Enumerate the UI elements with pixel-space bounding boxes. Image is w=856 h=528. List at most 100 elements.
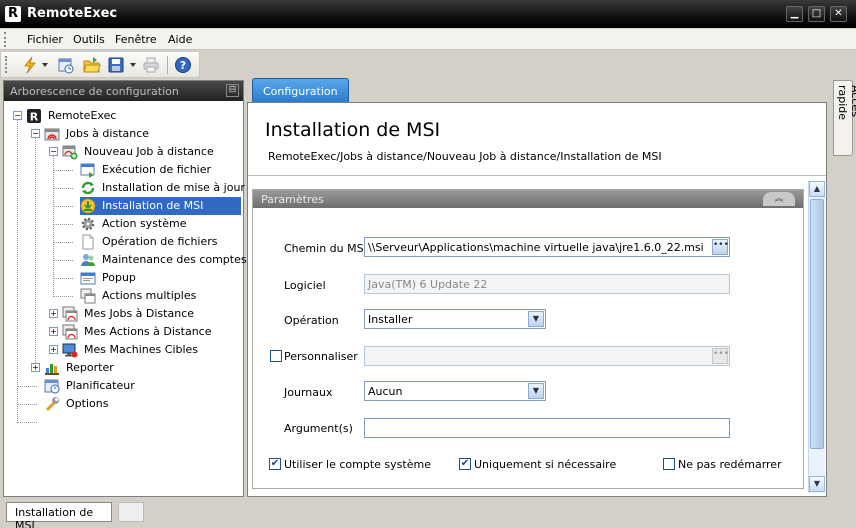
toolbar: ?: [0, 51, 200, 78]
tree-item-label: Installation de MSI: [102, 199, 204, 212]
compte-systeme-checkbox[interactable]: ✔: [269, 458, 281, 470]
scroll-down-icon[interactable]: ▼: [809, 476, 825, 492]
expand-toggle[interactable]: +: [49, 327, 58, 336]
status-tab-blank[interactable]: [118, 502, 144, 522]
tree-item-maintenance-comptes[interactable]: Maintenance des comptes…: [80, 251, 258, 269]
tree-item-options[interactable]: Options: [44, 395, 234, 413]
chevron-down-icon[interactable]: ▼: [528, 311, 544, 327]
vertical-scrollbar[interactable]: ▲ ▼: [808, 181, 825, 493]
browse-button-disabled: •••: [712, 348, 729, 364]
ne-pas-redemarrer-checkbox[interactable]: [663, 458, 675, 470]
personnaliser-checkbox[interactable]: [270, 350, 282, 362]
operation-label: Opération: [284, 314, 339, 327]
quick-access-tab[interactable]: Accès rapide: [833, 80, 856, 156]
tree-line: [53, 206, 73, 207]
tree-line: [53, 242, 73, 243]
my-actions-icon: [62, 324, 78, 340]
tree-item-mes-actions[interactable]: Mes Actions à Distance: [62, 323, 232, 341]
chemin-msi-field[interactable]: \\Serveur\Applications\machine virtuelle…: [364, 237, 730, 257]
divider: [248, 175, 826, 176]
tree-item-nouveau-job[interactable]: Nouveau Job à distance: [62, 143, 232, 161]
tree-item-mes-machines[interactable]: Mes Machines Cibles: [62, 341, 232, 359]
tree-item-popup[interactable]: Popup: [80, 269, 240, 287]
tree-item-installation-msi[interactable]: Installation de MSI: [80, 197, 241, 215]
tree-item-mes-jobs[interactable]: Mes Jobs à Distance: [62, 305, 232, 323]
browse-button[interactable]: •••: [712, 239, 729, 255]
multiple-actions-icon: [80, 288, 96, 304]
ne-pas-redemarrer-label: Ne pas redémarrer: [678, 458, 782, 471]
personnaliser-field: •••: [364, 346, 730, 366]
tree-item-label: Planificateur: [66, 379, 135, 392]
tree-item-reporter[interactable]: Reporter: [44, 359, 234, 377]
tree-line: [17, 404, 37, 405]
grip-icon: [5, 56, 8, 73]
open-folder-icon[interactable]: [83, 56, 101, 74]
expand-toggle[interactable]: +: [49, 345, 58, 354]
si-necessaire-label: Uniquement si nécessaire: [474, 458, 617, 471]
file-execution-icon: [80, 162, 96, 178]
save-dropdown-icon[interactable]: [130, 63, 136, 67]
msi-install-icon: [80, 198, 96, 214]
close-button[interactable]: ✕: [830, 6, 847, 22]
app-icon: R: [5, 6, 21, 22]
tree-item-label: Options: [66, 397, 109, 410]
save-icon[interactable]: [107, 56, 125, 74]
tree-item-remoteexec[interactable]: R RemoteExec: [26, 107, 226, 125]
compte-systeme-label: Utiliser le compte système: [284, 458, 431, 471]
tab-configuration[interactable]: Configuration: [252, 78, 349, 102]
minimize-button[interactable]: ▁: [786, 6, 803, 22]
journaux-value: Aucun: [368, 385, 403, 398]
status-bar: Installation de MSI: [3, 500, 853, 528]
tree-item-action-systeme[interactable]: Action système: [80, 215, 240, 233]
expand-toggle[interactable]: +: [31, 363, 40, 372]
tree-item-label: RemoteExec: [48, 109, 117, 122]
lightning-dropdown-icon[interactable]: [42, 63, 48, 67]
reporter-icon: [44, 360, 60, 376]
operation-select[interactable]: Installer ▼: [364, 309, 546, 329]
remoteexec-icon: R: [26, 108, 42, 124]
tree-item-jobs-a-distance[interactable]: Jobs à distance: [44, 125, 234, 143]
new-job-icon: [62, 144, 78, 160]
argument-field[interactable]: [364, 418, 730, 438]
expand-toggle[interactable]: +: [49, 309, 58, 318]
menu-fenetre[interactable]: Fenêtre: [115, 33, 157, 46]
print-icon[interactable]: [142, 56, 160, 74]
menu-fichier[interactable]: Fichier: [27, 33, 63, 46]
svg-text:R: R: [30, 111, 39, 124]
collapse-toggle[interactable]: −: [13, 111, 22, 120]
tree-item-label: Exécution de fichier: [102, 163, 212, 176]
menu-aide[interactable]: Aide: [168, 33, 192, 46]
tree-item-label: Maintenance des comptes…: [102, 253, 258, 266]
my-jobs-icon: [62, 306, 78, 322]
tree-item-actions-multiples[interactable]: Actions multiples: [80, 287, 240, 305]
scroll-up-icon[interactable]: ▲: [809, 181, 825, 197]
tree-item-planificateur[interactable]: Planificateur: [44, 377, 234, 395]
window-title: RemoteExec: [27, 6, 118, 21]
parametres-group: Paramètres ︽ Chemin du MSI \\Serveur\App…: [252, 189, 804, 489]
scroll-thumb[interactable]: [810, 199, 824, 449]
tree-line: [17, 422, 37, 423]
logiciel-field: Java(TM) 6 Update 22: [364, 274, 730, 294]
menu-outils[interactable]: Outils: [73, 33, 105, 46]
tree-line: [35, 137, 36, 369]
tree-line: [53, 188, 73, 189]
collapse-toggle[interactable]: −: [31, 129, 40, 138]
group-title: Paramètres: [261, 193, 324, 206]
schedule-icon[interactable]: [57, 56, 75, 74]
pin-icon[interactable]: ⊟: [226, 84, 239, 97]
si-necessaire-checkbox[interactable]: ✔: [459, 458, 471, 470]
tree-item-execution-fichier[interactable]: Exécution de fichier: [80, 161, 240, 179]
lightning-icon[interactable]: [21, 56, 39, 74]
maximize-button[interactable]: □: [808, 6, 825, 22]
help-icon[interactable]: ?: [174, 56, 192, 74]
tree-item-operation-fichiers[interactable]: Opération de fichiers: [80, 233, 240, 251]
menu-bar: Fichier Outils Fenêtre Aide: [0, 29, 856, 50]
tree-item-label: Installation de mise à jour: [102, 181, 245, 194]
collapse-toggle[interactable]: −: [49, 147, 58, 156]
collapse-icon[interactable]: ︽: [763, 192, 795, 206]
status-tab-installation-msi[interactable]: Installation de MSI: [6, 502, 112, 528]
tree-item-installation-mise-a-jour[interactable]: Installation de mise à jour: [80, 179, 245, 197]
accounts-icon: [80, 252, 96, 268]
journaux-select[interactable]: Aucun ▼: [364, 381, 546, 401]
chevron-down-icon[interactable]: ▼: [528, 383, 544, 399]
